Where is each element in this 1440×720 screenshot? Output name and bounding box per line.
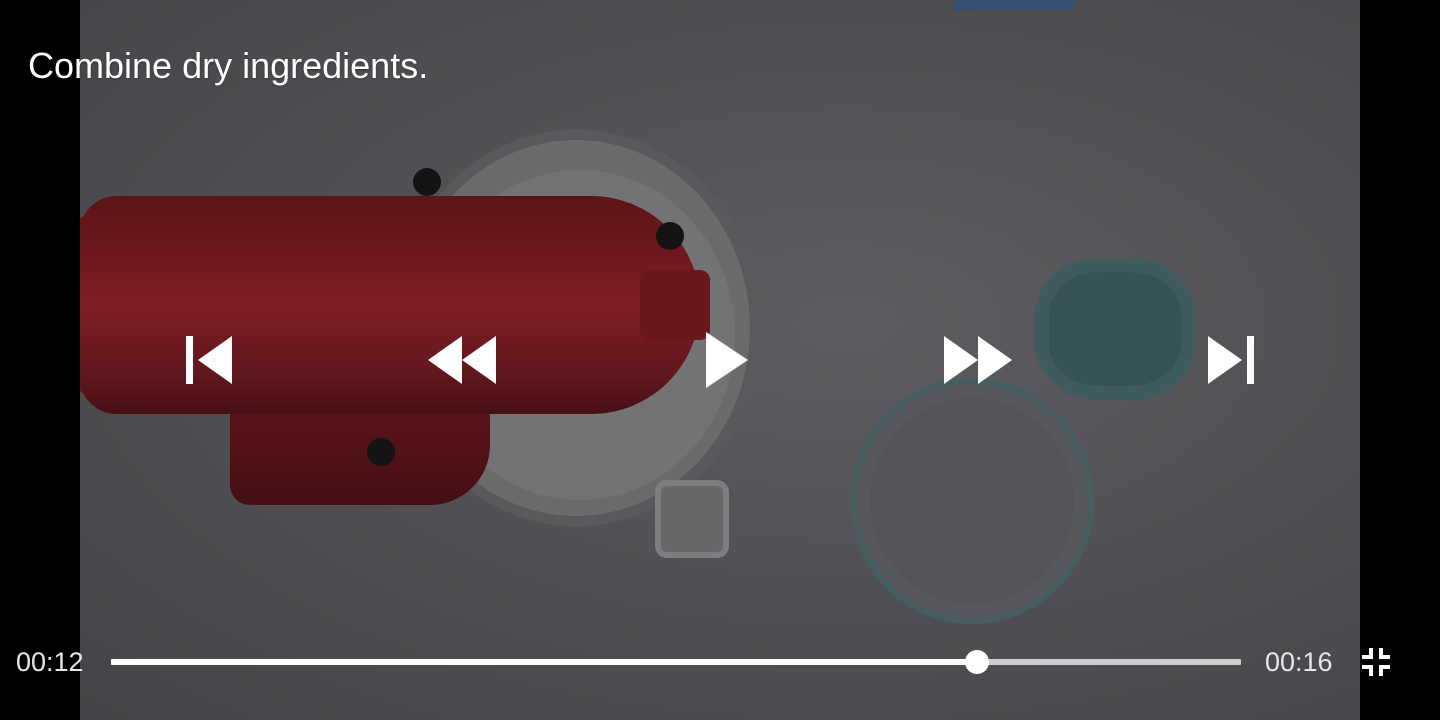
skip-previous-button[interactable] [178,330,238,390]
total-duration: 00:16 [1265,647,1333,677]
skip-previous-icon [186,336,232,384]
rewind-button[interactable] [422,330,502,390]
play-icon [706,332,748,388]
play-button[interactable] [698,330,754,390]
seek-progress [111,659,977,665]
step-caption: Combine dry ingredients. [28,45,429,86]
fast-forward-icon [944,336,1012,384]
fast-forward-button[interactable] [938,330,1018,390]
current-time: 00:12 [16,647,84,677]
rewind-icon [428,336,496,384]
exit-fullscreen-button[interactable] [1360,646,1392,678]
seek-bar[interactable] [111,650,1241,674]
skip-next-button[interactable] [1202,330,1262,390]
skip-next-icon [1208,336,1254,384]
fullscreen-exit-icon [1362,648,1390,676]
seek-thumb[interactable] [964,650,989,674]
